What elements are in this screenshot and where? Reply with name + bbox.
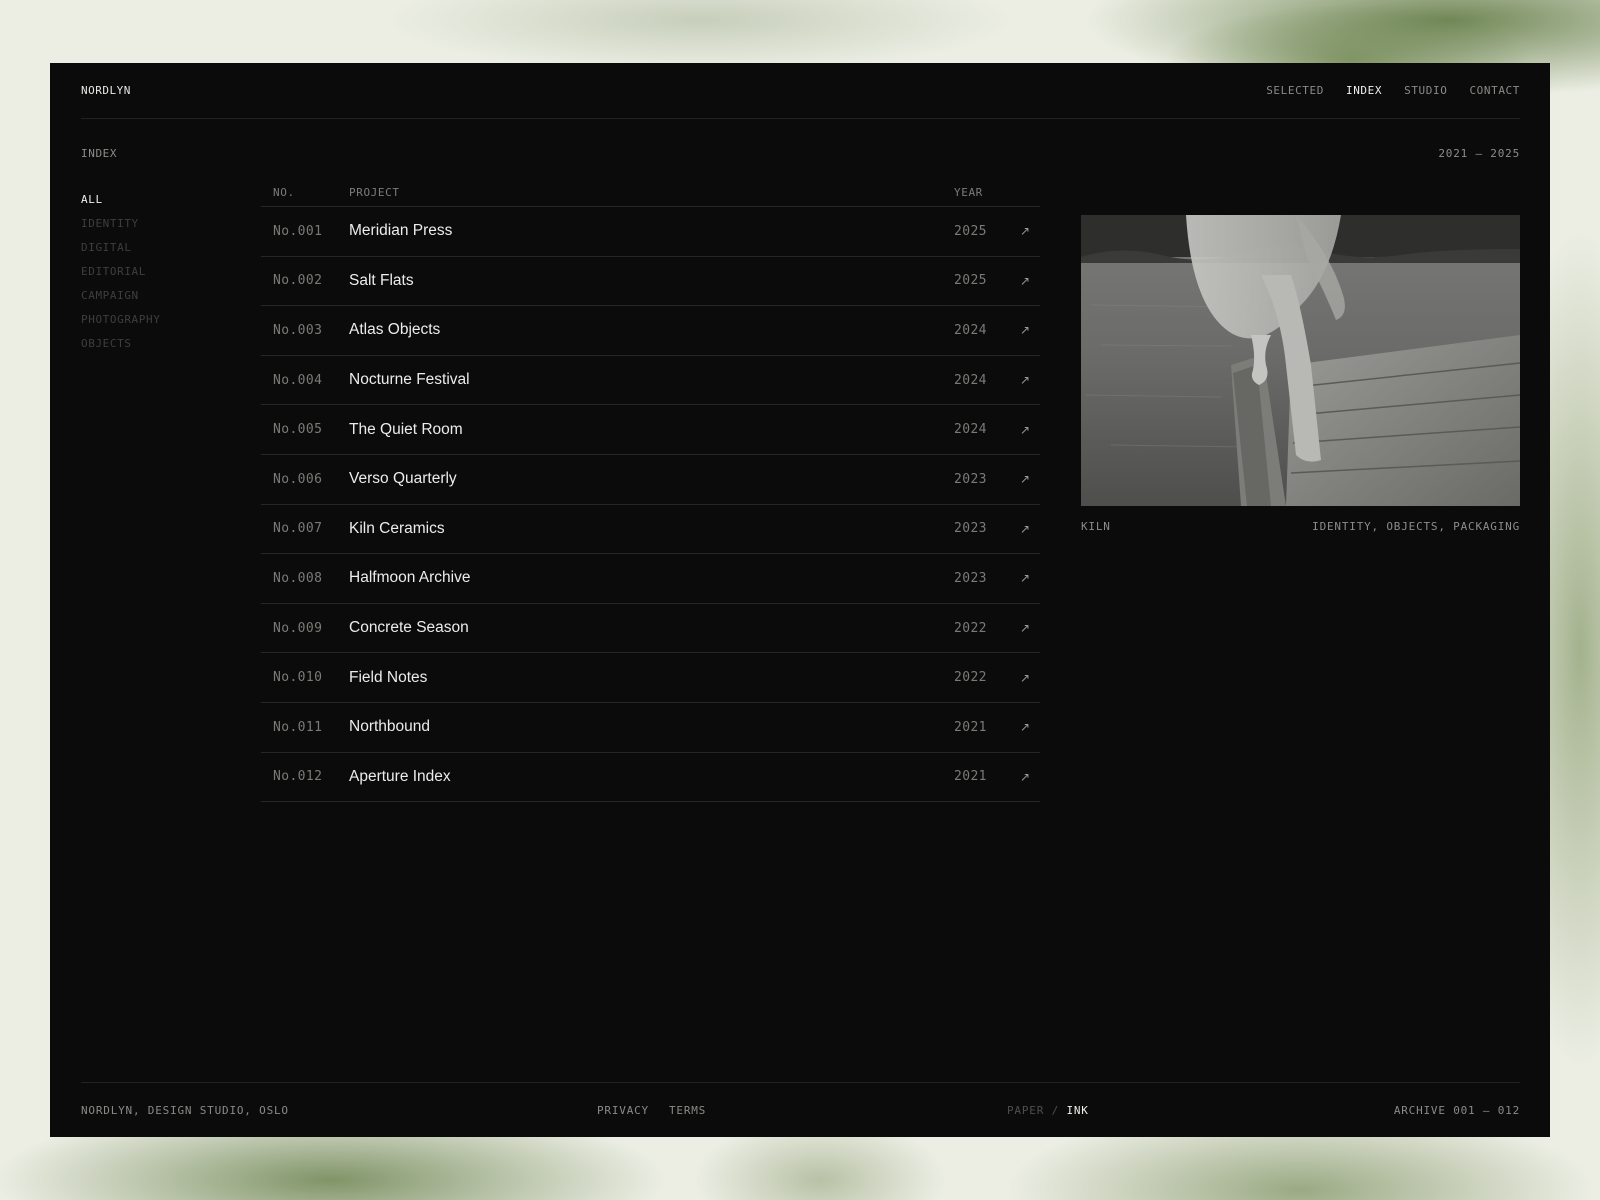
nav-studio[interactable]: STUDIO xyxy=(1404,84,1447,97)
preview-photo xyxy=(1081,215,1520,506)
preview-tags: IDENTITY, OBJECTS, PACKAGING xyxy=(1312,520,1520,533)
year-range: 2021 – 2025 xyxy=(1438,147,1520,160)
open-arrow-icon[interactable]: ↗ xyxy=(1010,323,1040,337)
footer-studio-line: NORDLYN, DESIGN STUDIO, OSLO xyxy=(81,1103,289,1117)
header-project: PROJECT xyxy=(349,186,400,199)
project-number: No.005 xyxy=(273,422,323,438)
filter-digital[interactable]: DIGITAL xyxy=(81,241,160,265)
header-no: NO. xyxy=(273,186,295,199)
project-table: NO. PROJECT YEAR No.001 Meridian Press 202… xyxy=(261,185,1040,803)
privacy-link[interactable]: PRIVACY xyxy=(597,1104,649,1117)
project-number: No.010 xyxy=(273,670,323,686)
table-row[interactable]: No.011 Northbound 2021 ↗ xyxy=(261,703,1040,753)
filter-objects[interactable]: OBJECTS xyxy=(81,337,160,361)
project-name: Kiln Ceramics xyxy=(349,519,445,537)
table-row[interactable]: No.001 Meridian Press 2025 ↗ xyxy=(261,207,1040,257)
project-number: No.011 xyxy=(273,719,323,735)
footer: NORDLYN, DESIGN STUDIO, OSLO PRIVACY TER… xyxy=(81,1082,1520,1137)
filter-photography[interactable]: PHOTOGRAPHY xyxy=(81,313,160,337)
open-arrow-icon[interactable]: ↗ xyxy=(1010,423,1040,437)
brand-logo[interactable]: NORDLYN xyxy=(81,84,131,97)
project-name: Field Notes xyxy=(349,668,428,686)
project-year: 2025 xyxy=(954,273,987,289)
open-arrow-icon[interactable]: ↗ xyxy=(1010,671,1040,685)
project-name: Salt Flats xyxy=(349,271,414,289)
header: NORDLYN SELECTED INDEX STUDIO CONTACT xyxy=(81,63,1520,119)
open-arrow-icon[interactable]: ↗ xyxy=(1010,274,1040,288)
table-row[interactable]: No.004 Nocturne Festival 2024 ↗ xyxy=(261,356,1040,406)
open-arrow-icon[interactable]: ↗ xyxy=(1010,373,1040,387)
site-frame: NORDLYN SELECTED INDEX STUDIO CONTACT IN… xyxy=(50,63,1550,1137)
open-arrow-icon[interactable]: ↗ xyxy=(1010,472,1040,486)
open-arrow-icon[interactable]: ↗ xyxy=(1010,720,1040,734)
project-year: 2023 xyxy=(954,521,987,537)
open-arrow-icon[interactable]: ↗ xyxy=(1010,770,1040,784)
project-name: Atlas Objects xyxy=(349,321,441,339)
preview-title: KILN xyxy=(1081,520,1111,533)
header-year: YEAR xyxy=(954,186,983,199)
project-year: 2023 xyxy=(954,570,987,586)
theme-separator: / xyxy=(1051,1103,1059,1117)
table-row[interactable]: No.002 Salt Flats 2025 ↗ xyxy=(261,257,1040,307)
project-year: 2024 xyxy=(954,422,987,438)
theme-toggle: PAPER / INK xyxy=(1007,1104,1089,1117)
main-nav: SELECTED INDEX STUDIO CONTACT xyxy=(1266,84,1520,97)
category-filters: ALL IDENTITY DIGITAL EDITORIAL CAMPAIGN … xyxy=(81,193,160,361)
project-name: Halfmoon Archive xyxy=(349,569,471,587)
table-row[interactable]: No.008 Halfmoon Archive 2023 ↗ xyxy=(261,554,1040,604)
table-row[interactable]: No.009 Concrete Season 2022 ↗ xyxy=(261,604,1040,654)
open-arrow-icon[interactable]: ↗ xyxy=(1010,621,1040,635)
project-year: 2024 xyxy=(954,322,987,338)
open-arrow-icon[interactable]: ↗ xyxy=(1010,571,1040,585)
project-year: 2021 xyxy=(954,769,987,785)
nav-selected[interactable]: SELECTED xyxy=(1266,84,1324,97)
table-row[interactable]: No.003 Atlas Objects 2024 ↗ xyxy=(261,306,1040,356)
project-number: No.008 xyxy=(273,570,323,586)
open-arrow-icon[interactable]: ↗ xyxy=(1010,522,1040,536)
theme-paper-option[interactable]: PAPER xyxy=(1007,1104,1044,1117)
table-row[interactable]: No.007 Kiln Ceramics 2023 ↗ xyxy=(261,505,1040,555)
project-year: 2022 xyxy=(954,670,987,686)
table-row[interactable]: No.010 Field Notes 2022 ↗ xyxy=(261,653,1040,703)
project-number: No.004 xyxy=(273,372,323,388)
project-year: 2023 xyxy=(954,471,987,487)
table-row[interactable]: No.006 Verso Quarterly 2023 ↗ xyxy=(261,455,1040,505)
project-year: 2024 xyxy=(954,372,987,388)
open-arrow-icon[interactable]: ↗ xyxy=(1010,224,1040,238)
terms-link[interactable]: TERMS xyxy=(669,1104,706,1117)
project-year: 2021 xyxy=(954,719,987,735)
project-year: 2022 xyxy=(954,620,987,636)
project-name: Nocturne Festival xyxy=(349,371,470,389)
project-number: No.001 xyxy=(273,223,323,239)
theme-ink-option[interactable]: INK xyxy=(1066,1104,1088,1117)
filter-editorial[interactable]: EDITORIAL xyxy=(81,265,160,289)
section-title: INDEX xyxy=(81,147,118,160)
project-preview-image[interactable] xyxy=(1081,215,1520,506)
archive-range: ARCHIVE 001 – 012 xyxy=(1393,1103,1520,1117)
table-body: No.001 Meridian Press 2025 ↗ No.002 Salt Flat… xyxy=(261,207,1040,803)
filter-all[interactable]: ALL xyxy=(81,193,160,217)
project-number: No.006 xyxy=(273,471,323,487)
table-row[interactable]: No.012 Aperture Index 2021 ↗ xyxy=(261,753,1040,803)
project-number: No.002 xyxy=(273,273,323,289)
project-name: The Quiet Room xyxy=(349,420,463,438)
project-number: No.009 xyxy=(273,620,323,636)
nav-index[interactable]: INDEX xyxy=(1346,84,1382,97)
project-name: Aperture Index xyxy=(349,767,451,785)
project-name: Meridian Press xyxy=(349,222,453,240)
project-year: 2025 xyxy=(954,223,987,239)
filter-campaign[interactable]: CAMPAIGN xyxy=(81,289,160,313)
nav-contact[interactable]: CONTACT xyxy=(1469,84,1520,97)
table-row[interactable]: No.005 The Quiet Room 2024 ↗ xyxy=(261,405,1040,455)
project-number: No.007 xyxy=(273,521,323,537)
filter-identity[interactable]: IDENTITY xyxy=(81,217,160,241)
project-number: No.003 xyxy=(273,322,323,338)
footer-links: PRIVACY TERMS xyxy=(597,1104,706,1117)
table-header: NO. PROJECT YEAR xyxy=(261,185,1040,207)
project-name: Verso Quarterly xyxy=(349,470,457,488)
project-number: No.012 xyxy=(273,769,323,785)
project-name: Concrete Season xyxy=(349,619,469,637)
project-name: Northbound xyxy=(349,718,431,736)
